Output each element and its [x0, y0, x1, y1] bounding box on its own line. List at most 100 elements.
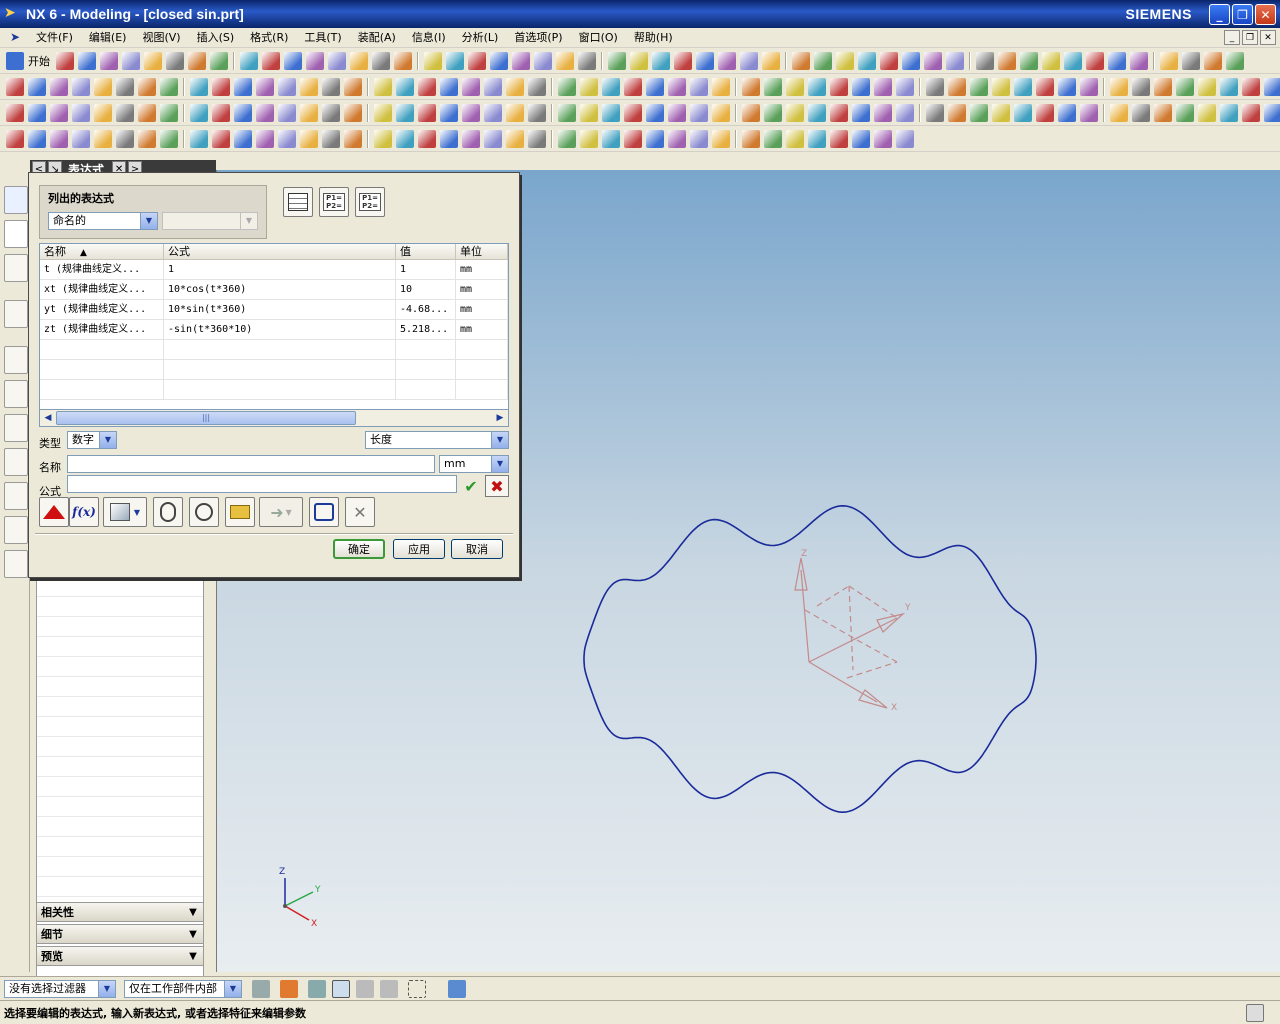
delete-button[interactable]: ✕ — [345, 497, 375, 527]
toolbar-tool-icon[interactable] — [396, 103, 414, 122]
toolbar-tool-icon[interactable] — [1108, 51, 1126, 70]
toolbar-tool-icon[interactable] — [262, 51, 280, 70]
web-browser-tab[interactable] — [4, 300, 28, 328]
toolbar-tool-icon[interactable] — [558, 77, 576, 96]
toolbar-tool-icon[interactable] — [896, 77, 914, 96]
system-materials-tab[interactable] — [4, 380, 28, 408]
toolbar-tool-icon[interactable] — [116, 77, 134, 96]
toolbar-tool-icon[interactable] — [830, 77, 848, 96]
toolbar-tool-icon[interactable] — [344, 103, 362, 122]
toolbar-tool-icon[interactable] — [306, 51, 324, 70]
toolbar-tool-icon[interactable] — [374, 103, 392, 122]
parameters-button[interactable] — [39, 497, 69, 527]
toolbar-tool-icon[interactable] — [418, 77, 436, 96]
toolbar-tool-icon[interactable] — [1264, 103, 1280, 122]
toolbar-tool-icon[interactable] — [396, 77, 414, 96]
toolbar-tool-icon[interactable] — [690, 129, 708, 148]
chevron-down-icon[interactable]: ▼ — [185, 904, 201, 920]
toolbar-tool-icon[interactable] — [144, 51, 162, 70]
toolbar-tool-icon[interactable] — [1130, 51, 1148, 70]
toolbar-tool-icon[interactable] — [374, 129, 392, 148]
toolbar-tool-icon[interactable] — [72, 77, 90, 96]
doc-restore-button[interactable]: ❐ — [1242, 30, 1258, 45]
toolbar-tool-icon[interactable] — [160, 77, 178, 96]
toolbar-tool-icon[interactable] — [580, 129, 598, 148]
toolbar-tool-icon[interactable] — [1160, 51, 1178, 70]
menu-information[interactable]: 信息(I) — [404, 29, 454, 47]
col-header-unit[interactable]: 单位 — [456, 244, 508, 259]
toolbar-tool-icon[interactable] — [440, 77, 458, 96]
part-navigator-tab[interactable] — [4, 220, 28, 248]
toolbar-tool-icon[interactable] — [792, 51, 810, 70]
toolbar-tool-icon[interactable] — [396, 129, 414, 148]
toolbar-tool-icon[interactable] — [646, 103, 664, 122]
toolbar-tool-icon[interactable] — [94, 103, 112, 122]
toolbar-tool-icon[interactable] — [902, 51, 920, 70]
toolbar-tool-icon[interactable] — [580, 77, 598, 96]
toolbar-tool-icon[interactable] — [116, 129, 134, 148]
toolbar-tool-icon[interactable] — [322, 103, 340, 122]
toolbar-tool-icon[interactable] — [462, 77, 480, 96]
assembly-navigator-tab[interactable] — [4, 186, 28, 214]
menu-analysis[interactable]: 分析(L) — [454, 29, 507, 47]
toolbar-tool-icon[interactable] — [896, 129, 914, 148]
deselect-icon[interactable] — [380, 980, 398, 998]
toolbar-tool-icon[interactable] — [160, 103, 178, 122]
toolbar-tool-icon[interactable] — [858, 51, 876, 70]
measure-distance-button[interactable]: ▼ — [103, 497, 147, 527]
toolbar-tool-icon[interactable] — [578, 51, 596, 70]
toolbar-tool-icon[interactable] — [1132, 77, 1150, 96]
toolbar-tool-icon[interactable] — [212, 129, 230, 148]
open-part-button[interactable] — [225, 497, 255, 527]
toolbar-tool-icon[interactable] — [946, 51, 964, 70]
toolbar-tool-icon[interactable] — [418, 129, 436, 148]
chevron-down-icon[interactable]: ▼ — [185, 926, 201, 942]
toolbar-tool-icon[interactable] — [992, 103, 1010, 122]
functions-button[interactable]: f(x) — [69, 497, 99, 527]
selection-scope-select[interactable]: 仅在工作部件内部 ▼ — [124, 980, 242, 998]
toolbar-tool-icon[interactable] — [484, 77, 502, 96]
menu-edit[interactable]: 编辑(E) — [81, 29, 135, 47]
toolbar-tool-icon[interactable] — [1226, 51, 1244, 70]
toolbar-tool-icon[interactable] — [322, 77, 340, 96]
col-header-value[interactable]: 值 — [396, 244, 456, 259]
toolbar-tool-icon[interactable] — [278, 129, 296, 148]
toolbar-tool-icon[interactable] — [668, 129, 686, 148]
toolbar-tool-icon[interactable] — [852, 103, 870, 122]
toolbar-tool-icon[interactable] — [926, 103, 944, 122]
toolbar-tool-icon[interactable] — [166, 51, 184, 70]
toolbar-tool-icon[interactable] — [300, 103, 318, 122]
toolbar-tool-icon[interactable] — [852, 77, 870, 96]
toolbar-tool-icon[interactable] — [1110, 103, 1128, 122]
toolbar-tool-icon[interactable] — [490, 51, 508, 70]
toolbar-tool-icon[interactable] — [1182, 51, 1200, 70]
toolbar-tool-icon[interactable] — [608, 51, 626, 70]
toolbar-tool-icon[interactable] — [830, 129, 848, 148]
toolbar-tool-icon[interactable] — [278, 77, 296, 96]
toolbar-tool-icon[interactable] — [188, 51, 206, 70]
listed-expressions-select[interactable]: 命名的 ▼ — [48, 212, 158, 230]
toolbar-tool-icon[interactable] — [94, 129, 112, 148]
toolbar-tool-icon[interactable] — [948, 103, 966, 122]
toolbar-tool-icon[interactable] — [558, 129, 576, 148]
toolbar-tool-icon[interactable] — [190, 129, 208, 148]
toolbar-tool-icon[interactable] — [602, 103, 620, 122]
refresh-button[interactable] — [309, 497, 339, 527]
dropdown-arrow-icon[interactable]: ▼ — [224, 981, 241, 997]
toolbar-tool-icon[interactable] — [764, 103, 782, 122]
toolbar-tool-icon[interactable] — [880, 51, 898, 70]
toolbar-tool-icon[interactable] — [712, 77, 730, 96]
dropdown-arrow-icon[interactable]: ▼ — [491, 456, 508, 472]
menu-insert[interactable]: 插入(S) — [189, 29, 243, 47]
toolbar-tool-icon[interactable] — [1132, 103, 1150, 122]
toolbar-tool-icon[interactable] — [646, 129, 664, 148]
toolbar-tool-icon[interactable] — [372, 51, 390, 70]
toolbar-tool-icon[interactable] — [138, 77, 156, 96]
toolbar-tool-icon[interactable] — [992, 77, 1010, 96]
toolbar-tool-icon[interactable] — [240, 51, 258, 70]
toolbar-tool-icon[interactable] — [624, 103, 642, 122]
toolbar-tool-icon[interactable] — [160, 129, 178, 148]
toolbar-tool-icon[interactable] — [284, 51, 302, 70]
minimize-button[interactable]: _ — [1209, 4, 1230, 25]
section-dependencies[interactable]: 相关性 ▼ — [36, 902, 204, 922]
